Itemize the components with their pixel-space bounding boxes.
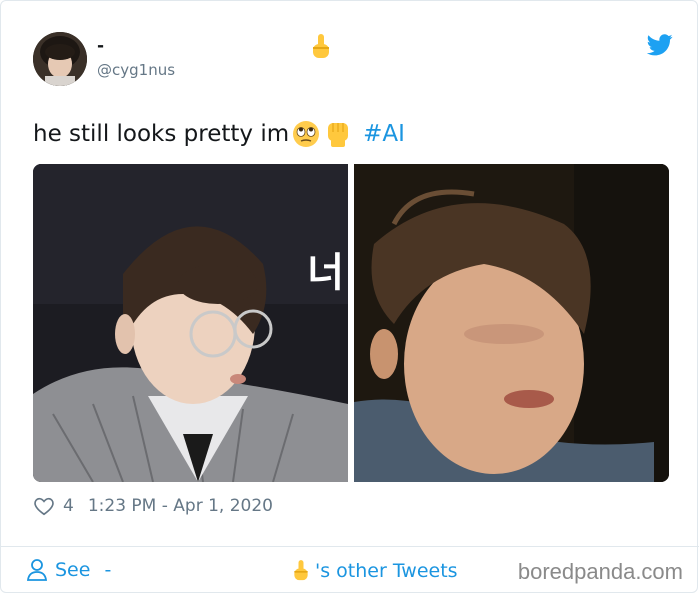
photo-left[interactable]: 너 [33,164,348,482]
other-tweets-label: 's other Tweets [315,560,458,582]
tweet-body: he still looks pretty im [33,121,290,147]
see-profile-link[interactable]: See - [27,559,111,581]
twitter-bird-icon[interactable] [647,34,673,56]
watermark: boredpanda.com [517,559,683,584]
tweet-timestamp[interactable]: 1:23 PM - Apr 1, 2020 [88,496,273,516]
tweet-meta: 4 1:23 PM - Apr 1, 2020 [33,495,273,517]
tweet-footer: See - 's other Tweets boredpanda.com [1,547,699,594]
tweet-text: he still looks pretty im #AI [33,119,405,149]
rolling-eyes-emoji [293,121,320,147]
pointing-finger-emoji [294,560,308,581]
see-label: See [55,559,91,581]
like-count: 4 [63,496,74,516]
person-icon [27,559,47,581]
tweet-media[interactable]: 너 [33,164,669,482]
pointing-finger-emoji [313,34,329,58]
other-tweets-link[interactable]: 's other Tweets [291,558,458,584]
tweet-header: - @cyg1nus [33,32,673,88]
user-handle[interactable]: @cyg1nus [97,61,175,79]
see-name: - [104,559,112,581]
raised-fist-emoji [328,123,349,147]
display-name[interactable]: - [97,36,104,56]
photo-right[interactable] [354,164,669,482]
heart-icon[interactable] [33,495,55,517]
hashtag-link[interactable]: #AI [363,121,405,147]
avatar[interactable] [33,32,87,86]
tweet-card: - @cyg1nus he still looks pretty im #AI … [0,0,699,594]
photo-overlay-text: 너 [307,250,344,296]
